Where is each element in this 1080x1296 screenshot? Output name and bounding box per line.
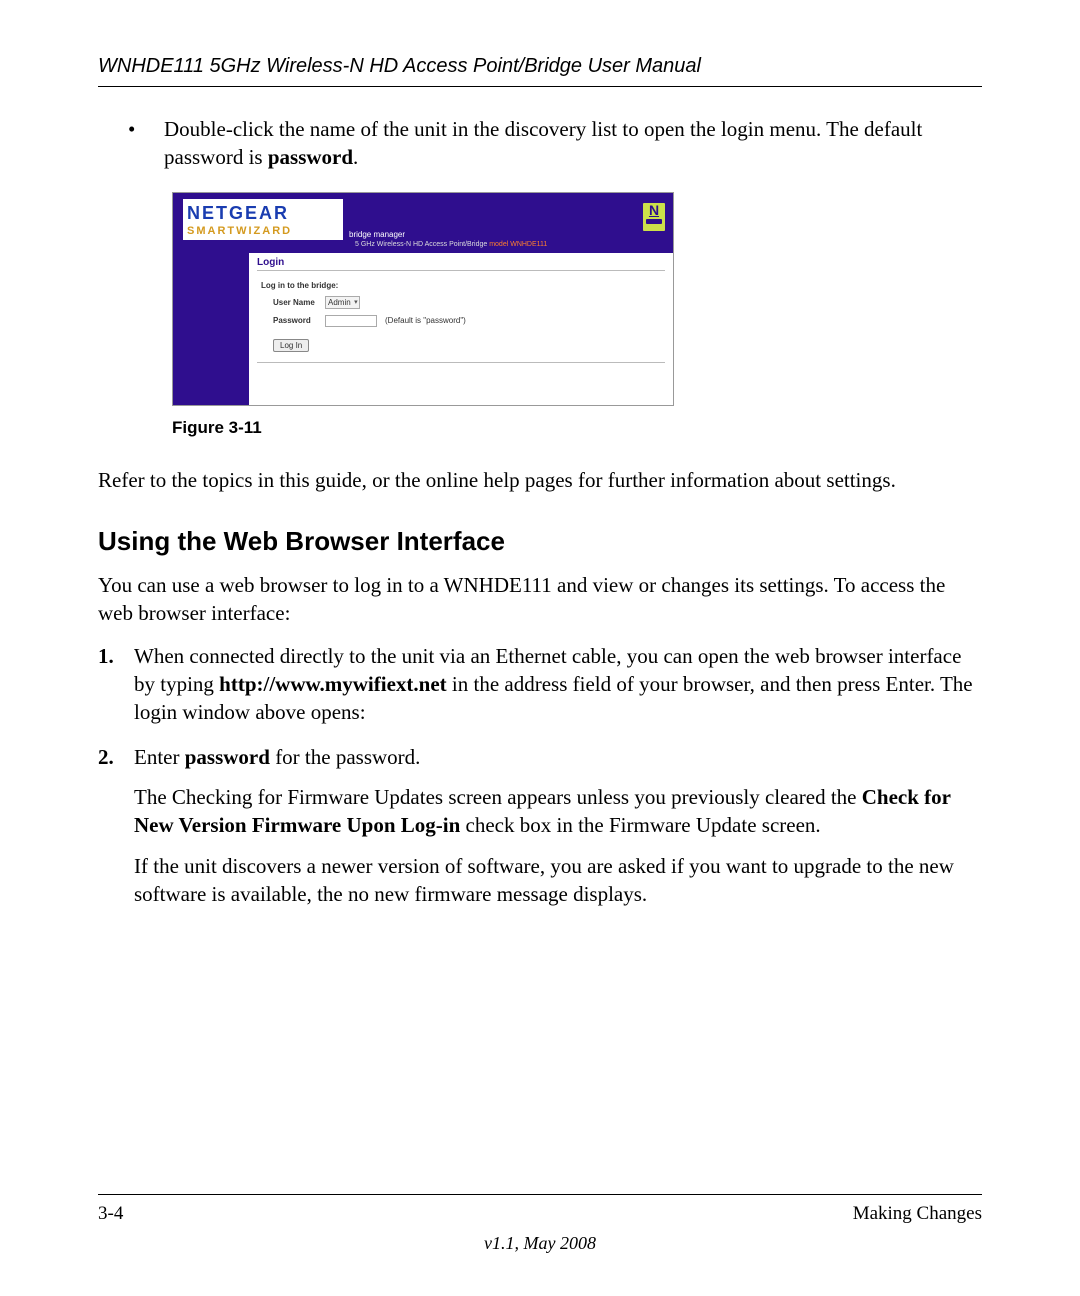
figure-caption: Figure 3-11 — [172, 418, 982, 438]
intro-paragraph: You can use a web browser to log in to a… — [98, 571, 982, 628]
device-description: 5 GHz Wireless-N HD Access Point/Bridge … — [355, 241, 547, 248]
password-row: Password (Default is "password") — [273, 315, 665, 327]
bullet-text: Double-click the name of the unit in the… — [164, 115, 982, 172]
screenshot-main: Login Log in to the bridge: User Name Ad… — [249, 253, 673, 405]
divider — [257, 270, 665, 271]
login-button[interactable]: Log In — [273, 339, 309, 352]
step-1: When connected directly to the unit via … — [98, 642, 982, 727]
username-select[interactable]: Admin — [325, 296, 360, 309]
step2-para2: The Checking for Firmware Updates screen… — [134, 783, 982, 840]
password-input[interactable] — [325, 315, 377, 327]
screenshot-body: Login Log in to the bridge: User Name Ad… — [173, 253, 673, 405]
username-label: User Name — [273, 298, 325, 307]
step2-post: for the password. — [270, 745, 420, 769]
login-title: Login — [257, 257, 665, 268]
steps-list: When connected directly to the unit via … — [98, 642, 982, 909]
n-badge-letter: N — [649, 202, 659, 218]
bullet-item: • Double-click the name of the unit in t… — [128, 115, 982, 172]
device-desc-text: 5 GHz Wireless-N HD Access Point/Bridge — [355, 241, 489, 248]
step2-para3: If the unit discovers a newer version of… — [134, 852, 982, 909]
footer-page-number: 3-4 — [98, 1203, 123, 1225]
device-model: model WNHDE111 — [489, 241, 547, 248]
step-2: Enter password for the password. The Che… — [98, 743, 982, 909]
bridge-manager-label: bridge manager — [349, 230, 405, 239]
login-prompt: Log in to the bridge: — [261, 281, 665, 290]
login-screenshot: NETGEAR SMARTWIZARD bridge manager 5 GHz… — [172, 192, 674, 406]
step1-url: http://www.mywifiext.net — [219, 672, 446, 696]
step2-pre: Enter — [134, 745, 185, 769]
divider-bottom — [257, 362, 665, 363]
screenshot-header: NETGEAR SMARTWIZARD bridge manager 5 GHz… — [173, 193, 673, 253]
step2-para2-post: check box in the Firmware Update screen. — [460, 813, 820, 837]
header-rule — [98, 86, 982, 87]
password-hint: (Default is "password") — [385, 316, 466, 325]
section-heading: Using the Web Browser Interface — [98, 526, 982, 557]
step2-bold: password — [185, 745, 270, 769]
refer-paragraph: Refer to the topics in this guide, or th… — [98, 466, 982, 494]
footer-section: Making Changes — [853, 1203, 982, 1225]
footer-version: v1.1, May 2008 — [98, 1233, 982, 1254]
bullet-dot: • — [128, 115, 164, 172]
password-label: Password — [273, 316, 325, 325]
footer-rule — [98, 1194, 982, 1195]
username-row: User Name Admin — [273, 296, 665, 309]
bullet-text-bold: password — [268, 145, 353, 169]
running-header: WNHDE111 5GHz Wireless-N HD Access Point… — [98, 55, 982, 78]
page-footer: 3-4 Making Changes v1.1, May 2008 — [98, 1194, 982, 1254]
logo-block: NETGEAR SMARTWIZARD — [183, 199, 343, 240]
smartwizard-label: SMARTWIZARD — [183, 224, 343, 240]
screenshot-sidebar — [173, 253, 249, 405]
step2-para2-pre: The Checking for Firmware Updates screen… — [134, 785, 862, 809]
netgear-logo: NETGEAR — [183, 199, 343, 224]
n-badge-icon: N — [643, 203, 665, 231]
n-badge-bar — [646, 219, 662, 224]
bullet-text-post: . — [353, 145, 358, 169]
